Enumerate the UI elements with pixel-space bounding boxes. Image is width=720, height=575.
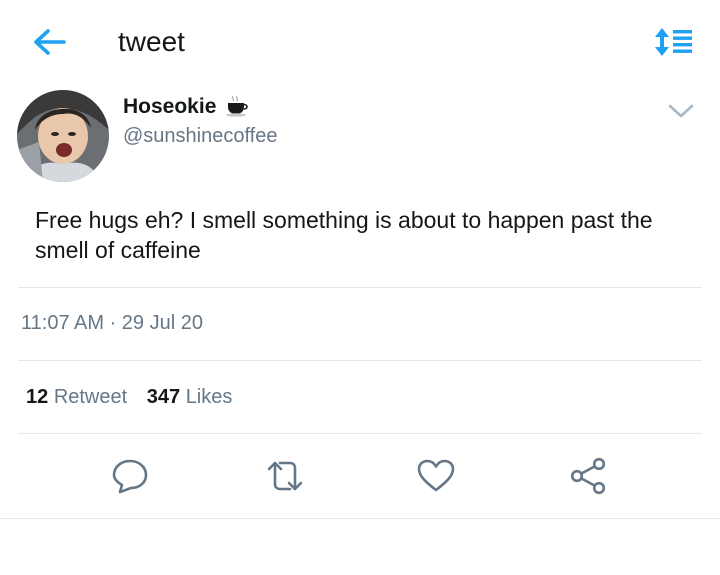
engagement-stats: 12 Retweet 347 Likes <box>26 386 232 409</box>
page-title: tweet <box>118 26 185 57</box>
arrow-left-icon <box>34 29 66 55</box>
share-button[interactable] <box>569 456 609 496</box>
chevron-down-icon <box>668 104 694 118</box>
retweet-icon <box>267 461 303 491</box>
like-label[interactable]: Likes <box>186 386 233 408</box>
reply-icon <box>112 459 148 494</box>
sort-icon <box>655 28 692 56</box>
divider <box>18 287 702 288</box>
user-handle[interactable]: @sunshinecoffee <box>123 125 277 148</box>
share-icon <box>570 457 606 495</box>
bottom-divider <box>0 518 720 519</box>
like-count: 347 <box>146 386 181 408</box>
retweet-count: 12 <box>26 386 49 408</box>
back-button[interactable] <box>30 26 70 58</box>
divider <box>18 360 702 361</box>
like-button[interactable] <box>416 456 456 496</box>
avatar[interactable] <box>17 90 109 182</box>
retweet-button[interactable] <box>265 456 305 496</box>
sort-button[interactable] <box>652 25 694 59</box>
avatar-image <box>17 90 109 182</box>
display-name[interactable]: Hoseokie <box>123 95 216 119</box>
divider <box>18 433 702 434</box>
coffee-icon <box>225 95 249 117</box>
tweet-text: Free hugs eh? I smell something is about… <box>35 207 653 263</box>
heart-icon <box>417 459 455 492</box>
retweet-label[interactable]: Retweet <box>54 386 127 408</box>
reply-button[interactable] <box>110 456 150 496</box>
tweet-timestamp: 11:07 AM · 29 Jul 20 <box>21 312 203 334</box>
tweet-menu-button[interactable] <box>666 100 696 122</box>
